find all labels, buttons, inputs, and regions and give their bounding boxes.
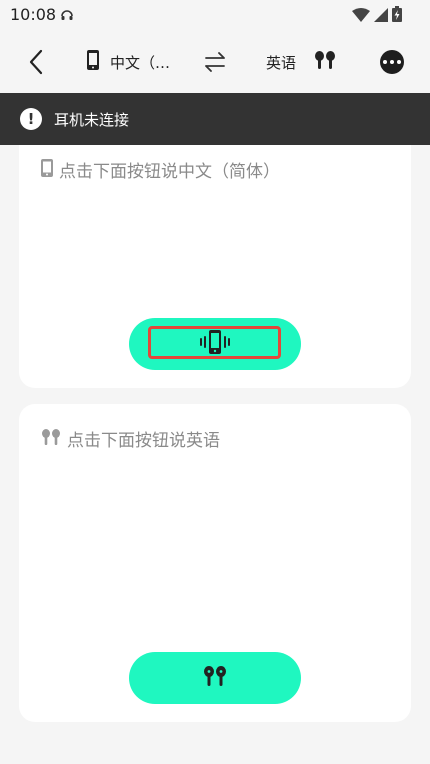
earbuds-prompt-text: 点击下面按钮说英语	[67, 431, 220, 451]
target-language-label: 英语	[266, 53, 297, 72]
more-options-button[interactable]	[380, 50, 404, 74]
earbuds-icon	[314, 50, 336, 74]
headset-status-icon	[60, 7, 74, 21]
target-language-selector[interactable]: 英语	[266, 48, 336, 76]
phone-icon	[41, 158, 53, 181]
phone-icon	[86, 50, 100, 74]
source-language-selector[interactable]: 中文（…	[86, 48, 170, 76]
banner-message: 耳机未连接	[54, 110, 130, 129]
earbuds-icon	[203, 665, 227, 691]
status-time: 10:08	[10, 5, 57, 24]
battery-charging-icon	[392, 6, 402, 26]
headset-disconnected-banner: ! 耳机未连接	[0, 93, 430, 145]
phone-speaker-card: 点击下面按钮说中文（简体）	[19, 145, 411, 388]
more-dot-icon	[383, 60, 387, 64]
warning-icon: !	[20, 108, 42, 130]
swap-languages-button[interactable]	[200, 48, 230, 76]
highlight-box	[148, 326, 281, 359]
app-bar: 中文（… 英语	[0, 30, 430, 93]
source-language-label: 中文（…	[110, 53, 171, 72]
status-icons	[352, 6, 402, 26]
earbuds-speak-button[interactable]	[129, 652, 301, 704]
signal-icon	[374, 7, 388, 26]
more-dot-icon	[397, 60, 401, 64]
chevron-left-icon	[29, 49, 43, 75]
back-button[interactable]	[22, 46, 50, 78]
earbuds-prompt: 点击下面按钮说英语	[41, 426, 220, 451]
phone-prompt: 点击下面按钮说中文（简体）	[41, 157, 280, 182]
status-bar: 10:08	[0, 0, 430, 30]
phone-speak-button[interactable]	[129, 318, 301, 370]
earbuds-icon	[41, 428, 61, 450]
wifi-icon	[352, 7, 370, 26]
phone-prompt-text: 点击下面按钮说中文（简体）	[59, 162, 280, 182]
swap-icon	[205, 52, 225, 72]
earbuds-card: 点击下面按钮说英语	[19, 404, 411, 722]
more-dot-icon	[390, 60, 394, 64]
